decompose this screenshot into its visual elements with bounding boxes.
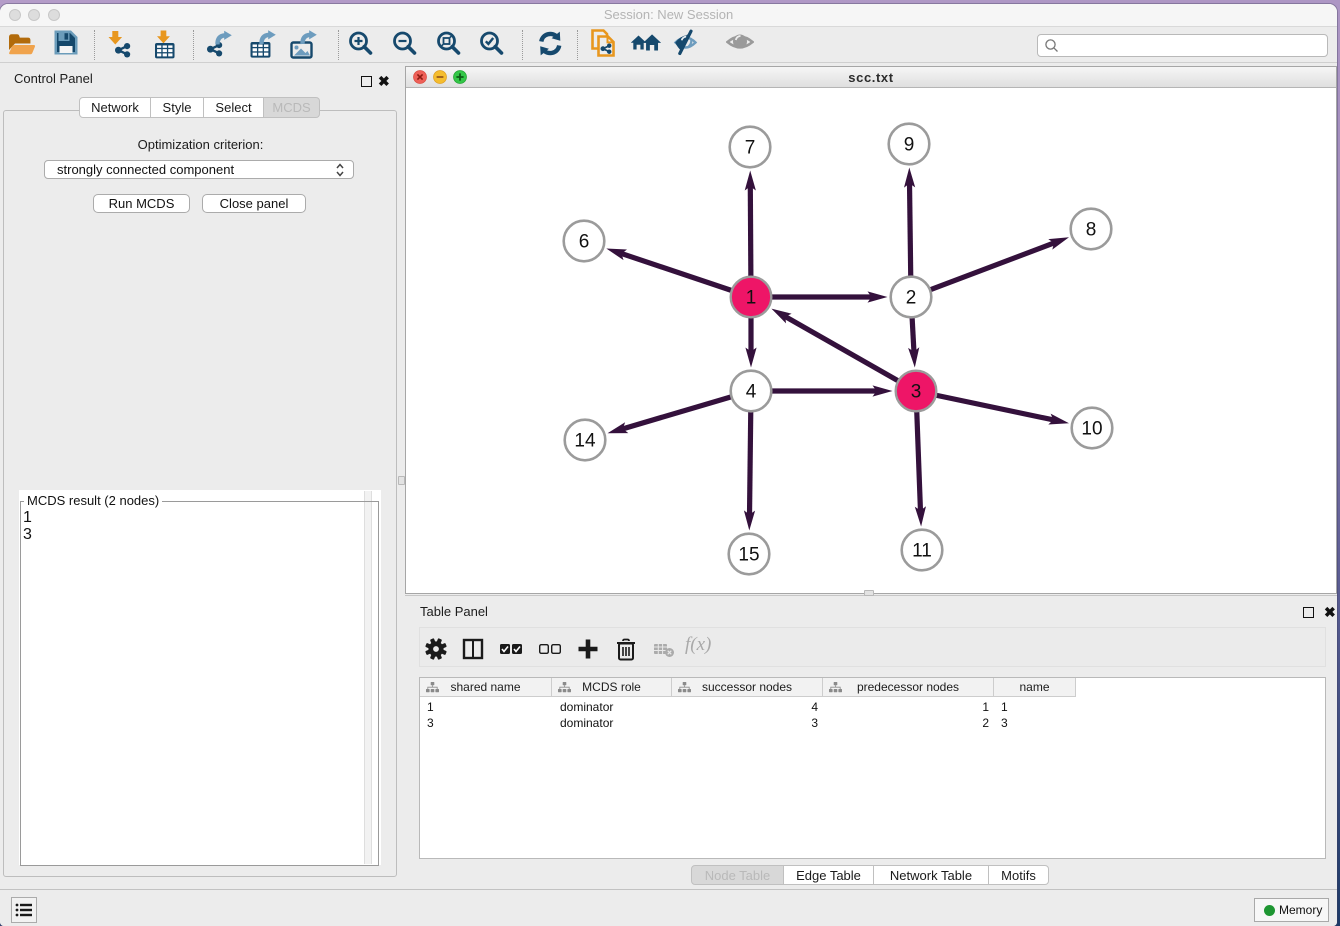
svg-text:1: 1 xyxy=(746,288,757,309)
svg-text:4: 4 xyxy=(746,382,757,403)
svg-text:10: 10 xyxy=(1081,419,1102,440)
svg-text:2: 2 xyxy=(906,288,917,309)
svg-text:8: 8 xyxy=(1086,220,1097,241)
svg-text:6: 6 xyxy=(579,232,590,253)
svg-text:3: 3 xyxy=(911,382,922,403)
svg-text:14: 14 xyxy=(574,431,596,452)
svg-text:15: 15 xyxy=(738,545,759,566)
svg-text:11: 11 xyxy=(912,541,932,562)
svg-text:9: 9 xyxy=(904,135,915,156)
svg-text:7: 7 xyxy=(745,138,756,159)
